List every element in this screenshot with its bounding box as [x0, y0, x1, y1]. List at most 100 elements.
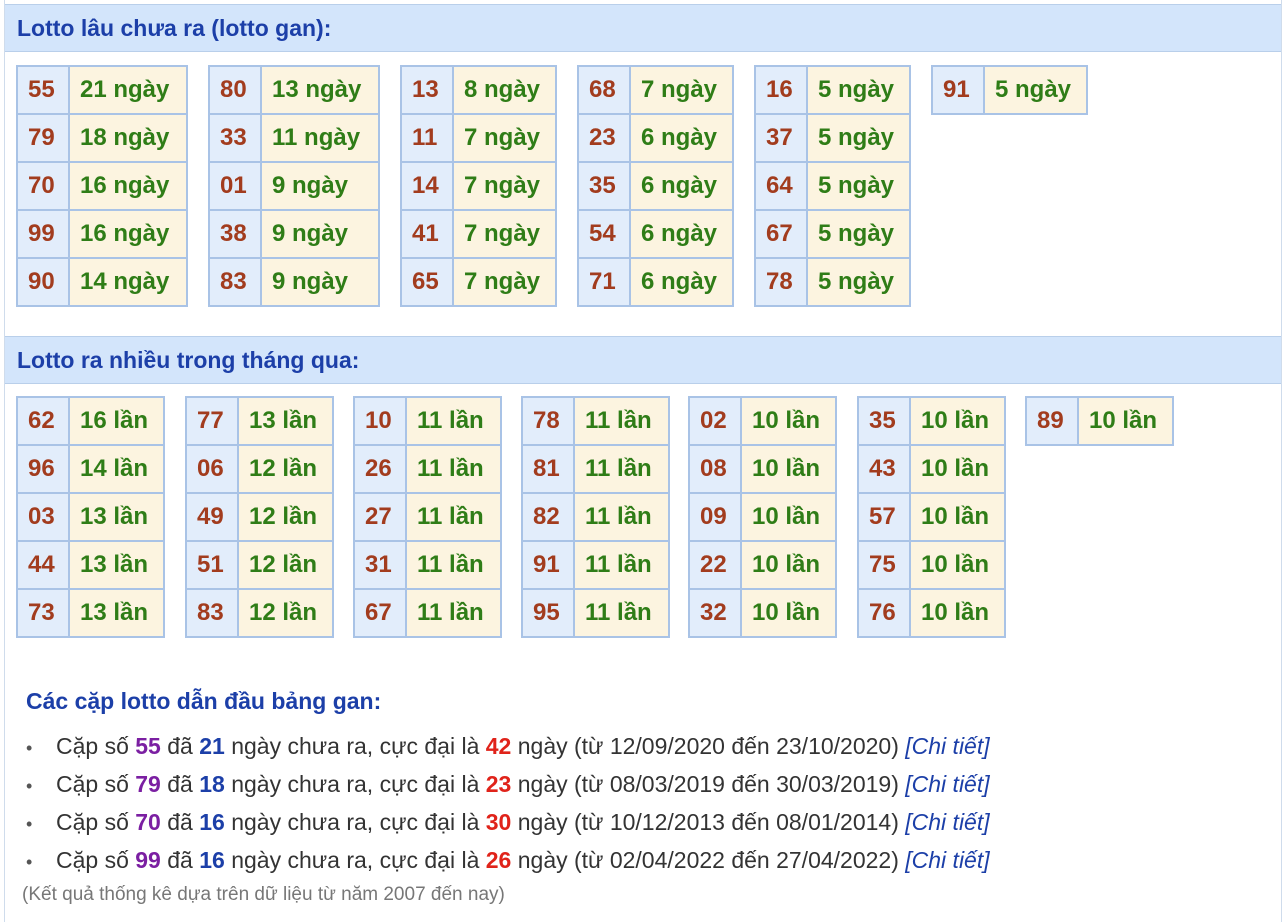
leader-item: • Cặp số 79 đã 18 ngày chưa ra, cực đại l…	[26, 766, 990, 804]
gan-count: 5 ngày	[806, 65, 911, 115]
bullet-icon: •	[26, 852, 33, 872]
table-row: 33 11 ngày	[208, 113, 380, 163]
gan-number: 54	[577, 209, 631, 259]
gan-number: 90	[16, 257, 70, 307]
table-row: 70 16 ngày	[16, 161, 188, 211]
table-row: 10 11 lần	[353, 396, 502, 446]
gan-number: 33	[208, 113, 262, 163]
table-row: 65 7 ngày	[400, 257, 557, 307]
table-row: 82 11 lần	[521, 492, 670, 542]
frequent-count: 13 lần	[68, 540, 165, 590]
table-row: 96 14 lần	[16, 444, 165, 494]
table-row: 09 10 lần	[688, 492, 837, 542]
frequent-count: 11 lần	[405, 540, 502, 590]
gan-number: 11	[400, 113, 454, 163]
frequent-number: 09	[688, 492, 742, 542]
frequent-number: 91	[521, 540, 575, 590]
frequent-number: 32	[688, 588, 742, 638]
frequent-number: 76	[857, 588, 911, 638]
leader-max: 30	[485, 809, 512, 835]
frequent-count: 12 lần	[237, 492, 334, 542]
table-row: 81 11 lần	[521, 444, 670, 494]
detail-link[interactable]: [Chi tiết]	[905, 733, 989, 759]
gan-number: 71	[577, 257, 631, 307]
gan-count: 16 ngày	[68, 209, 188, 259]
gan-number: 91	[931, 65, 985, 115]
leader-middle: ngày chưa ra, cực đại là	[224, 809, 486, 835]
gan-number: 99	[16, 209, 70, 259]
frequent-count: 13 lần	[68, 588, 165, 638]
gan-number: 23	[577, 113, 631, 163]
table-row: 38 9 ngày	[208, 209, 380, 259]
gan-table: 80 13 ngày 33 11 ngày 01 9 ngày 38 9 ngày 83 9 ng…	[208, 65, 380, 307]
leaders-list: • Cặp số 55 đã 21 ngày chưa ra, cực đại l…	[26, 728, 990, 880]
frequent-table: 78 11 lần 81 11 lần 82 11 lần 91 11 lần 95 11 lần	[521, 396, 670, 638]
frequent-count: 10 lần	[909, 444, 1006, 494]
leader-da: đã	[160, 809, 200, 835]
gan-count: 6 ngày	[629, 209, 734, 259]
table-row: 71 6 ngày	[577, 257, 734, 307]
table-row: 73 13 lần	[16, 588, 165, 638]
frequent-count: 13 lần	[237, 396, 334, 446]
frequent-count: 10 lần	[909, 540, 1006, 590]
frequent-table: 62 16 lần 96 14 lần 03 13 lần 44 13 lần 73 13 lần	[16, 396, 165, 638]
frequent-count: 10 lần	[740, 492, 837, 542]
table-row: 78 5 ngày	[754, 257, 911, 307]
table-row: 06 12 lần	[185, 444, 334, 494]
leader-pair: 70	[135, 809, 161, 835]
frequent-number: 44	[16, 540, 70, 590]
table-row: 37 5 ngày	[754, 113, 911, 163]
table-row: 67 11 lần	[353, 588, 502, 638]
frequent-count: 11 lần	[573, 396, 670, 446]
gan-count: 6 ngày	[629, 161, 734, 211]
table-row: 55 21 ngày	[16, 65, 188, 115]
table-row: 78 11 lần	[521, 396, 670, 446]
table-row: 89 10 lần	[1025, 396, 1174, 446]
gan-count: 5 ngày	[983, 65, 1088, 115]
frequent-count: 10 lần	[740, 540, 837, 590]
frequent-number: 10	[353, 396, 407, 446]
gan-count: 7 ngày	[452, 257, 557, 307]
leader-range: ngày (từ 08/03/2019 đến 30/03/2019)	[511, 771, 906, 797]
frequent-number: 78	[521, 396, 575, 446]
table-row: 79 18 ngày	[16, 113, 188, 163]
table-row: 57 10 lần	[857, 492, 1006, 542]
detail-link[interactable]: [Chi tiết]	[905, 847, 989, 873]
gan-section-title: Lotto lâu chưa ra (lotto gan):	[17, 15, 332, 41]
gan-number: 79	[16, 113, 70, 163]
frequent-count: 10 lần	[909, 588, 1006, 638]
frequent-number: 49	[185, 492, 239, 542]
leader-days: 16	[199, 809, 225, 835]
frequent-count: 10 lần	[740, 444, 837, 494]
frequent-count: 12 lần	[237, 588, 334, 638]
frequent-number: 22	[688, 540, 742, 590]
table-row: 91 5 ngày	[931, 65, 1088, 115]
table-row: 16 5 ngày	[754, 65, 911, 115]
detail-link[interactable]: [Chi tiết]	[905, 809, 989, 835]
gan-count: 5 ngày	[806, 257, 911, 307]
frequent-count: 11 lần	[405, 396, 502, 446]
frequent-number: 82	[521, 492, 575, 542]
frequent-number: 57	[857, 492, 911, 542]
gan-count: 16 ngày	[68, 161, 188, 211]
frequent-number: 81	[521, 444, 575, 494]
leader-middle: ngày chưa ra, cực đại là	[224, 847, 486, 873]
gan-table: 16 5 ngày 37 5 ngày 64 5 ngày 67 5 ngày 78 5 ngày	[754, 65, 911, 307]
table-row: 90 14 ngày	[16, 257, 188, 307]
gan-count: 11 ngày	[260, 113, 380, 163]
table-row: 91 11 lần	[521, 540, 670, 590]
frequent-number: 31	[353, 540, 407, 590]
gan-number: 68	[577, 65, 631, 115]
leader-item: • Cặp số 70 đã 16 ngày chưa ra, cực đại l…	[26, 804, 990, 842]
frequent-count: 11 lần	[573, 540, 670, 590]
frequent-count: 11 lần	[405, 444, 502, 494]
table-row: 35 10 lần	[857, 396, 1006, 446]
frequent-number: 62	[16, 396, 70, 446]
frequent-number: 26	[353, 444, 407, 494]
detail-link[interactable]: [Chi tiết]	[905, 771, 989, 797]
table-row: 49 12 lần	[185, 492, 334, 542]
table-row: 22 10 lần	[688, 540, 837, 590]
gan-count: 7 ngày	[452, 161, 557, 211]
frequent-table: 10 11 lần 26 11 lần 27 11 lần 31 11 lần 67 11 lần	[353, 396, 502, 638]
leader-pair: 79	[135, 771, 161, 797]
